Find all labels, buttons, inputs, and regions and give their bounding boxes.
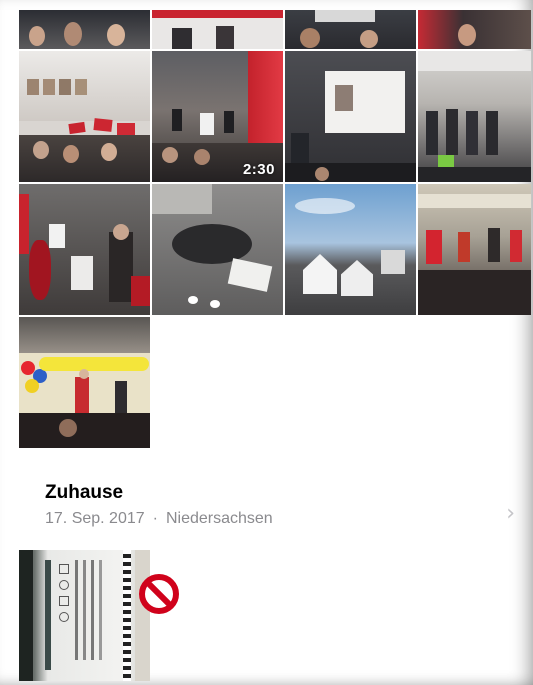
photo-thumbnail[interactable]: [19, 184, 150, 315]
video-thumbnail[interactable]: 2:30: [152, 51, 283, 182]
moment-title: Zuhause: [45, 482, 124, 503]
photo-thumbnail[interactable]: [19, 550, 150, 681]
moment-header[interactable]: Zuhause 17. Sep. 2017 · Niedersachsen ›: [45, 482, 515, 528]
photo-thumbnail[interactable]: [285, 10, 416, 49]
photo-thumbnail[interactable]: [285, 51, 416, 182]
chevron-right-icon[interactable]: ›: [506, 501, 515, 526]
moment-subtitle: 17. Sep. 2017 · Niedersachsen: [45, 510, 515, 528]
photo-thumbnail[interactable]: [418, 184, 531, 315]
photo-thumbnail[interactable]: [19, 10, 150, 49]
photo-thumbnail[interactable]: [19, 317, 150, 448]
prohibited-icon: [139, 574, 179, 614]
photo-thumbnail[interactable]: [152, 10, 283, 49]
photos-moments-view: 2:30 Zuhause 17. Sep. 2017 · Niedersachs…: [0, 0, 533, 685]
video-duration-label: 2:30: [242, 161, 275, 178]
photo-thumbnail[interactable]: [285, 184, 416, 315]
photo-thumbnail[interactable]: [19, 51, 150, 182]
photo-thumbnail[interactable]: [152, 184, 283, 315]
photo-thumbnail[interactable]: [418, 10, 531, 49]
moment-separator: ·: [152, 510, 158, 527]
photo-thumbnail[interactable]: [418, 51, 531, 182]
moment-location[interactable]: Niedersachsen: [166, 510, 273, 527]
moment-date: 17. Sep. 2017: [45, 510, 145, 527]
